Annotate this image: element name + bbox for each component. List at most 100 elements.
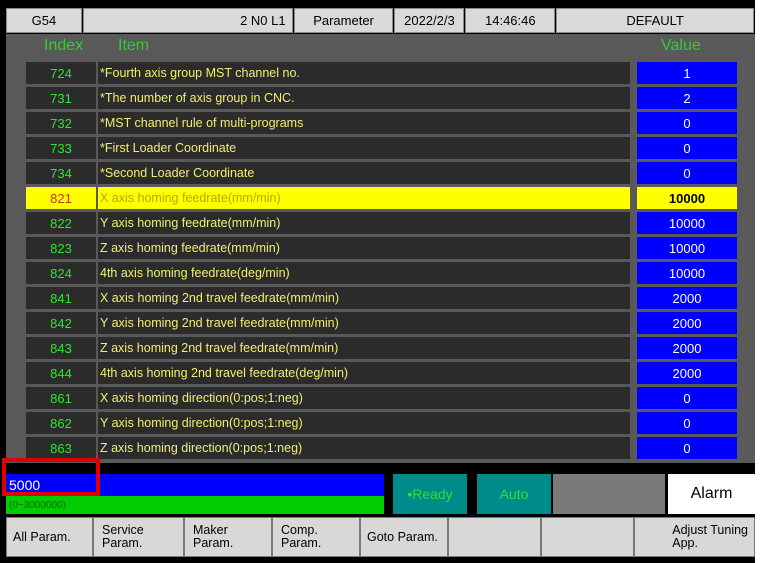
function-key-line2: Param. (193, 536, 234, 550)
row-index: 733 (26, 137, 96, 159)
status-blank (553, 474, 665, 514)
input-highlight-box (2, 458, 100, 496)
table-row[interactable]: 724 *Fourth axis group MST channel no. 1 (6, 62, 755, 84)
table-row[interactable]: 732 *MST channel rule of multi-programs 0 (6, 112, 755, 134)
function-key-5[interactable]: Goto Param. (360, 517, 448, 557)
row-item: Y axis homing feedrate(mm/min) (98, 212, 630, 234)
function-key-line1: All Param. (13, 529, 71, 544)
table-row[interactable]: 844 4th axis homing 2nd travel feedrate(d… (6, 362, 755, 384)
table-row[interactable]: 823 Z axis homing feedrate(mm/min) 10000 (6, 237, 755, 259)
row-index: 724 (26, 62, 96, 84)
row-value[interactable]: 0 (637, 137, 737, 159)
alarm-button[interactable]: Alarm (668, 474, 755, 514)
row-item: Z axis homing 2nd travel feedrate(mm/min… (98, 337, 630, 359)
row-item: Y axis homing direction(0:pos;1:neg) (98, 412, 630, 434)
function-key-label: Comp. Param. (281, 524, 321, 550)
ready-status: •Ready (393, 474, 467, 514)
row-index: 863 (26, 437, 96, 459)
function-key-label: Adjust Tuning App. (672, 524, 748, 550)
table-row[interactable]: 861 X axis homing direction(0:pos;1:neg) 0 (6, 387, 755, 409)
time: 14:46:46 (465, 8, 556, 33)
input-range: (0~3000000) (6, 496, 384, 514)
table-row[interactable]: 843 Z axis homing 2nd travel feedrate(mm/… (6, 337, 755, 359)
row-value[interactable]: 10000 (637, 262, 737, 284)
row-item: *MST channel rule of multi-programs (98, 112, 630, 134)
table-row[interactable]: 731 *The number of axis group in CNC. 2 (6, 87, 755, 109)
parameter-table: Index Item Value 724 *Fourth axis group M… (6, 34, 755, 463)
row-index: 824 (26, 262, 96, 284)
table-row[interactable]: 733 *First Loader Coordinate 0 (6, 137, 755, 159)
row-value[interactable]: 10000 (637, 187, 737, 209)
row-value[interactable]: 0 (637, 437, 737, 459)
function-key-2[interactable]: Service Param. (93, 517, 184, 557)
row-value[interactable]: 2000 (637, 362, 737, 384)
function-key-4[interactable]: Comp. Param. (272, 517, 360, 557)
row-item: X axis homing direction(0:pos;1:neg) (98, 387, 630, 409)
table-row[interactable]: 824 4th axis homing feedrate(deg/min) 1000… (6, 262, 755, 284)
row-index: 843 (26, 337, 96, 359)
row-index: 822 (26, 212, 96, 234)
row-value[interactable]: 0 (637, 112, 737, 134)
row-index: 823 (26, 237, 96, 259)
row-index: 842 (26, 312, 96, 334)
coordinate-system: G54 (6, 8, 82, 33)
function-key-6[interactable] (448, 517, 541, 557)
row-value[interactable]: 10000 (637, 237, 737, 259)
cnc-screen: G54 2 N0 L1 Parameter 2022/2/3 14:46:46 … (0, 0, 755, 563)
function-key-label: All Param. (13, 529, 71, 544)
row-value[interactable]: 10000 (637, 212, 737, 234)
row-value[interactable]: 0 (637, 412, 737, 434)
row-item: X axis homing feedrate(mm/min) (98, 187, 630, 209)
function-key-line2: Param. (281, 536, 322, 550)
table-row-selected[interactable]: 821 X axis homing feedrate(mm/min) 10000 (6, 187, 755, 209)
table-row[interactable]: 842 Y axis homing 2nd travel feedrate(mm/… (6, 312, 755, 334)
function-key-1[interactable]: All Param. (6, 517, 93, 557)
item-header: Item (118, 37, 150, 54)
row-item: 4th axis homing 2nd travel feedrate(deg/… (98, 362, 630, 384)
function-key-line2: Param. (102, 536, 143, 550)
row-item: *Second Loader Coordinate (98, 162, 630, 184)
row-index: 844 (26, 362, 96, 384)
function-key-label: Goto Param. (367, 529, 438, 544)
row-index: 732 (26, 112, 96, 134)
column-headers: Index Item Value (6, 34, 755, 60)
table-row[interactable]: 862 Y axis homing direction(0:pos;1:neg) 0 (6, 412, 755, 434)
row-item: *The number of axis group in CNC. (98, 87, 630, 109)
auto-mode-status: Auto (477, 474, 551, 514)
row-item: *Fourth axis group MST channel no. (98, 62, 630, 84)
row-value[interactable]: 1 (637, 62, 737, 84)
program-line: 2 N0 L1 (82, 8, 293, 33)
function-key-line1: Goto Param. (367, 529, 438, 544)
row-index: 821 (26, 187, 96, 209)
row-value[interactable]: 2000 (637, 337, 737, 359)
function-key-label: Service Param. (102, 524, 144, 550)
function-key-7[interactable] (541, 517, 634, 557)
row-value[interactable]: 2000 (637, 287, 737, 309)
row-value[interactable]: 0 (637, 162, 737, 184)
row-index: 861 (26, 387, 96, 409)
function-key-bar: All Param. Service Param. Maker Param. Comp. P… (6, 517, 755, 557)
row-index: 862 (26, 412, 96, 434)
index-header: Index (44, 37, 84, 54)
row-item: X axis homing 2nd travel feedrate(mm/min… (98, 287, 630, 309)
profile: DEFAULT (556, 8, 754, 33)
function-key-label: Maker Param. (193, 524, 233, 550)
function-key-3[interactable]: Maker Param. (184, 517, 272, 557)
row-value[interactable]: 2 (637, 87, 737, 109)
row-item: Z axis homing direction(0:pos;1:neg) (98, 437, 630, 459)
function-key-8[interactable]: Adjust Tuning App. (634, 517, 755, 557)
row-item: *First Loader Coordinate (98, 137, 630, 159)
row-item: Y axis homing 2nd travel feedrate(mm/min… (98, 312, 630, 334)
row-index: 841 (26, 287, 96, 309)
row-index: 731 (26, 87, 96, 109)
screen-mode: Parameter (293, 8, 394, 33)
row-value[interactable]: 0 (637, 387, 737, 409)
table-row[interactable]: 822 Y axis homing feedrate(mm/min) 10000 (6, 212, 755, 234)
table-row[interactable]: 841 X axis homing 2nd travel feedrate(mm/… (6, 287, 755, 309)
function-key-line2: App. (672, 536, 698, 550)
table-row[interactable]: 734 *Second Loader Coordinate 0 (6, 162, 755, 184)
row-value[interactable]: 2000 (637, 312, 737, 334)
table-row[interactable]: 863 Z axis homing direction(0:pos;1:neg) 0 (6, 437, 755, 459)
value-header: Value (661, 37, 701, 54)
row-item: 4th axis homing feedrate(deg/min) (98, 262, 630, 284)
